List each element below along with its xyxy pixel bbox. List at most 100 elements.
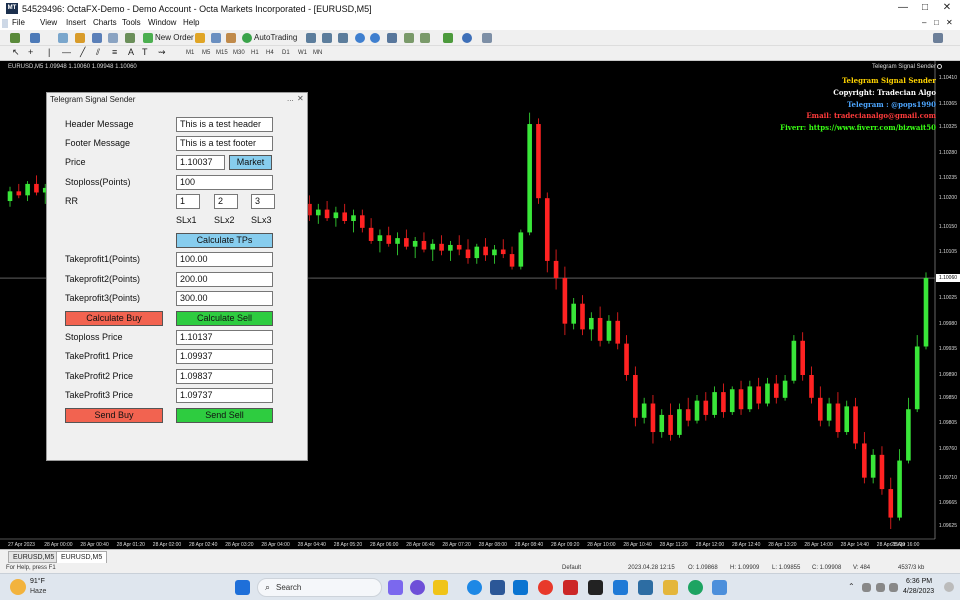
navigator-icon[interactable]	[92, 33, 102, 43]
visual-studio-icon[interactable]	[638, 580, 653, 595]
terminal-icon[interactable]	[108, 33, 118, 43]
menu-window[interactable]: Window	[148, 18, 176, 27]
inner-close-button[interactable]: ✕	[946, 18, 953, 27]
terminal-app-icon[interactable]	[563, 580, 578, 595]
arrows-tool-icon[interactable]: ⇝	[158, 46, 166, 58]
notifications-icon[interactable]	[944, 582, 954, 592]
autotrading-button[interactable]: AutoTrading	[254, 32, 297, 44]
dialog-close-button[interactable]: ✕	[297, 94, 304, 103]
minimize-button[interactable]: —	[896, 1, 910, 15]
bar-chart-icon[interactable]	[306, 33, 316, 43]
vertical-line-icon[interactable]: |	[48, 46, 50, 58]
teams-icon[interactable]	[410, 580, 425, 595]
menu-help[interactable]: Help	[183, 18, 199, 27]
network-icon[interactable]	[862, 583, 871, 592]
timeframe-h1[interactable]: H1	[251, 47, 259, 59]
text-tool-icon[interactable]: A	[128, 46, 134, 58]
timeframe-mn[interactable]: MN	[313, 47, 322, 59]
chart-tab-2[interactable]: EURUSD,M5	[56, 551, 108, 563]
chrome-icon[interactable]	[688, 580, 703, 595]
timeframe-w1[interactable]: W1	[298, 47, 307, 59]
taskbar-search-box[interactable]: ⌕ Search	[257, 578, 382, 597]
header-message-input[interactable]: This is a test header	[176, 117, 273, 132]
fibonacci-icon[interactable]: ≡	[112, 46, 117, 58]
timeframe-h4[interactable]: H4	[266, 47, 274, 59]
inner-restore-button[interactable]: □	[934, 18, 939, 27]
timeframe-m30[interactable]: M30	[233, 47, 245, 59]
market-watch-icon[interactable]	[58, 33, 68, 43]
stoploss-price-input[interactable]: 1.10137	[176, 330, 273, 345]
vscode-icon[interactable]	[613, 580, 628, 595]
start-icon[interactable]	[235, 580, 250, 595]
rr3-input[interactable]: 3	[251, 194, 275, 209]
cmd-icon[interactable]	[588, 580, 603, 595]
takeprofit3-price-input[interactable]: 1.09737	[176, 388, 273, 403]
chart-shift-icon[interactable]	[420, 33, 430, 43]
rr1-input[interactable]: 1	[176, 194, 200, 209]
strategy-tester-icon[interactable]	[125, 33, 135, 43]
market-icon[interactable]	[226, 33, 236, 43]
zoom-out-icon[interactable]	[370, 33, 380, 43]
takeprofit1-points-input[interactable]: 100.00	[176, 252, 273, 267]
chart-tab-1[interactable]: EURUSD,M5	[8, 551, 60, 563]
app-icon[interactable]	[663, 580, 678, 595]
menu-file[interactable]: File	[12, 18, 25, 27]
price-input[interactable]: 1.10037	[176, 155, 225, 170]
tile-windows-icon[interactable]	[387, 33, 397, 43]
market-button[interactable]: Market	[229, 155, 272, 170]
horizontal-line-icon[interactable]: —	[62, 46, 71, 58]
rr2-input[interactable]: 2	[214, 194, 238, 209]
send-sell-button[interactable]: Send Sell	[176, 408, 273, 423]
templates-icon[interactable]	[482, 33, 492, 43]
calculate-tps-button[interactable]: Calculate TPs	[176, 233, 273, 248]
mail-icon[interactable]	[513, 580, 528, 595]
indicator-settings-icon[interactable]	[937, 64, 942, 69]
clock-time[interactable]: 6:36 PM	[906, 578, 932, 585]
weather-icon[interactable]	[10, 579, 26, 595]
calculate-buy-button[interactable]: Calculate Buy	[65, 311, 163, 326]
takeprofit2-points-input[interactable]: 200.00	[176, 272, 273, 287]
edge-icon[interactable]	[467, 580, 482, 595]
takeprofit3-points-input[interactable]: 300.00	[176, 291, 273, 306]
task-view-icon[interactable]	[388, 580, 403, 595]
cursor-icon[interactable]: ↖	[12, 46, 20, 58]
tray-chevron-icon[interactable]: ⌃	[848, 582, 855, 591]
new-chart-icon[interactable]	[10, 33, 20, 43]
profile-name[interactable]: Default	[562, 565, 581, 571]
close-button[interactable]: ✕	[940, 1, 954, 15]
volume-icon[interactable]	[876, 583, 885, 592]
profiles-icon[interactable]	[30, 33, 40, 43]
candlestick-chart-icon[interactable]	[322, 33, 332, 43]
timeframe-d1[interactable]: D1	[282, 47, 290, 59]
line-chart-icon[interactable]	[338, 33, 348, 43]
dialog-minimize-button[interactable]: ...	[287, 94, 294, 103]
timeframe-m5[interactable]: M5	[202, 47, 210, 59]
data-window-icon[interactable]	[75, 33, 85, 43]
child-window-icon[interactable]	[2, 19, 8, 28]
menu-view[interactable]: View	[40, 18, 57, 27]
takeprofit2-price-input[interactable]: 1.09837	[176, 369, 273, 384]
trendline-icon[interactable]: ╱	[80, 46, 85, 58]
calculate-sell-button[interactable]: Calculate Sell	[176, 311, 273, 326]
timeframe-m1[interactable]: M1	[186, 47, 194, 59]
footer-message-input[interactable]: This is a test footer	[176, 136, 273, 151]
takeprofit1-price-input[interactable]: 1.09937	[176, 349, 273, 364]
search-toolbar-icon[interactable]	[933, 33, 943, 43]
crosshair-icon[interactable]: +	[28, 46, 33, 58]
menu-charts[interactable]: Charts	[93, 18, 117, 27]
store-icon[interactable]	[490, 580, 505, 595]
timeframe-m15[interactable]: M15	[216, 47, 228, 59]
send-buy-button[interactable]: Send Buy	[65, 408, 163, 423]
metaeditor-icon[interactable]	[195, 33, 205, 43]
battery-icon[interactable]	[889, 583, 898, 592]
channel-icon[interactable]: ⫽	[96, 46, 100, 58]
menu-tools[interactable]: Tools	[122, 18, 141, 27]
inner-minimize-button[interactable]: –	[922, 18, 926, 27]
opera-icon[interactable]	[538, 580, 553, 595]
maximize-button[interactable]: □	[918, 1, 932, 15]
metatrader-taskbar-icon[interactable]	[712, 580, 727, 595]
signals-icon[interactable]	[211, 33, 221, 43]
label-tool-icon[interactable]: T	[142, 46, 148, 58]
file-explorer-icon[interactable]	[433, 580, 448, 595]
clock-date[interactable]: 4/28/2023	[903, 588, 934, 595]
